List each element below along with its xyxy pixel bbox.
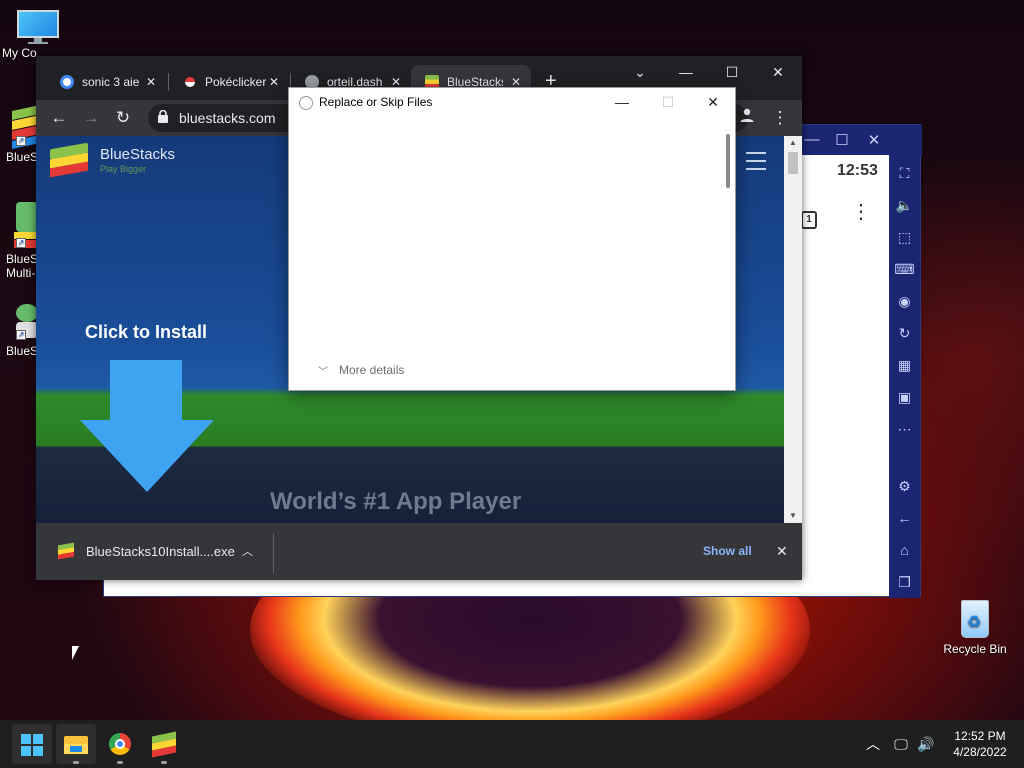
tab-pokeclicker[interactable]: Pokéclicker ✕ — [169, 65, 289, 99]
file-explorer-button[interactable] — [56, 724, 96, 764]
close-icon[interactable]: ✕ — [864, 131, 884, 149]
show-hidden-icons-chevron-icon[interactable]: ︿ — [862, 720, 884, 768]
download-shelf: BlueStacks10Install....exe ︿ Show all ✕ — [36, 523, 802, 580]
back-arrow-icon[interactable]: ← — [889, 502, 920, 534]
logo-tagline: Play Bigger — [100, 164, 147, 174]
scroll-thumb[interactable] — [788, 152, 798, 174]
close-shelf-icon[interactable]: ✕ — [776, 523, 788, 580]
chevron-down-icon: ﹀ — [318, 367, 328, 378]
pointer-icon[interactable]: ⬚ — [889, 221, 920, 253]
close-icon[interactable]: ✕ — [755, 58, 801, 86]
bluestacks-icon — [152, 731, 176, 758]
clock-time: 12:52 PM — [954, 729, 1006, 743]
download-separator — [273, 533, 274, 573]
clock-date: 4/28/2022 — [953, 745, 1007, 759]
dialog-title: Replace or Skip Files — [319, 95, 433, 109]
download-filename: BlueStacks10Install....exe — [86, 544, 235, 559]
desktop-icon-label: Recycle Bin — [943, 642, 1007, 656]
tab-sonic[interactable]: sonic 3 aie ✕ — [46, 65, 166, 99]
scroll-down-icon[interactable]: ▼ — [784, 509, 802, 523]
minimize-icon[interactable]: — — [663, 58, 709, 86]
minimize-icon[interactable]: — — [802, 131, 822, 148]
windows-logo-icon — [21, 734, 43, 756]
url-text: bluestacks.com — [179, 110, 276, 126]
back-arrow-icon[interactable]: ← — [47, 106, 71, 130]
minimize-icon[interactable]: — — [599, 88, 645, 116]
page-scrollbar[interactable]: ▲ ▼ — [784, 136, 802, 523]
chrome-icon — [109, 733, 131, 755]
record-icon[interactable]: ◉ — [889, 285, 920, 317]
volume-icon[interactable]: 🔈 — [889, 189, 920, 221]
keyboard-icon[interactable]: ⌨ — [889, 253, 920, 285]
more-options-icon[interactable]: ⋯ — [889, 413, 920, 445]
kebab-menu-icon[interactable]: ⋮ — [851, 202, 871, 222]
tab-search-icon[interactable]: ⌄ — [617, 58, 663, 86]
settings-gear-icon[interactable]: ⚙ — [889, 470, 920, 502]
install-heading[interactable]: Click to Install — [85, 322, 207, 343]
replace-or-skip-dialog: Replace or Skip Files — ☐ ✕ ﹀ More detai… — [288, 87, 736, 391]
shortcut-arrow-icon: ↗ — [16, 136, 26, 146]
desktop-icon-recycle-bin[interactable]: ♻ Recycle Bin — [935, 598, 1015, 656]
tab-label: sonic 3 aie — [82, 75, 140, 89]
network-icon[interactable]: 🖵 — [890, 720, 912, 768]
more-details-label: More details — [339, 363, 405, 377]
bluestacks-logo-icon — [50, 142, 90, 178]
notification-badge[interactable]: 1 — [801, 211, 817, 229]
chrome-menu-icon[interactable]: ⋮ — [768, 106, 792, 130]
mouse-cursor — [72, 646, 79, 660]
show-all-button[interactable]: Show all — [703, 523, 752, 580]
desktop: My Co ↗ BlueSt ↗ BlueSt Multi- ↗ BlueSt — [0, 0, 1024, 720]
scroll-up-icon[interactable]: ▲ — [784, 136, 802, 150]
chevron-up-icon[interactable]: ︿ — [242, 537, 253, 567]
fullscreen-icon[interactable]: ⛶ — [889, 157, 920, 189]
tab-close-icon[interactable]: ✕ — [269, 65, 279, 99]
clock-icon — [299, 96, 313, 110]
forward-arrow-icon[interactable]: → — [79, 106, 103, 130]
maximize-icon[interactable]: ☐ — [832, 131, 852, 149]
apk-install-icon[interactable]: ▣ — [889, 381, 920, 413]
hamburger-menu-icon[interactable] — [746, 152, 766, 176]
desktop-icon-my-computer[interactable]: My Co — [0, 10, 78, 60]
close-icon[interactable]: ✕ — [690, 88, 736, 116]
reload-icon[interactable]: ↻ — [111, 106, 135, 130]
profile-avatar-icon[interactable] — [735, 106, 759, 130]
lock-icon — [158, 109, 168, 123]
home-icon[interactable]: ⌂ — [889, 534, 920, 566]
rotate-icon[interactable]: ↻ — [889, 317, 920, 349]
monitor-icon — [17, 10, 59, 44]
volume-icon[interactable]: 🔊 — [914, 720, 938, 768]
bluestacks-taskbar-button[interactable] — [144, 724, 184, 764]
maximize-icon: ☐ — [661, 94, 675, 110]
google-icon — [60, 75, 74, 89]
pokeball-icon — [183, 75, 197, 89]
macro-icon[interactable]: ▦ — [889, 349, 920, 381]
dialog-scrollbar[interactable] — [726, 134, 730, 188]
tab-close-icon[interactable]: ✕ — [146, 65, 156, 99]
installer-file-icon — [58, 542, 74, 560]
bluestacks-site-logo[interactable]: BlueStacks Play Bigger — [50, 142, 175, 178]
recent-apps-icon[interactable]: ❐ — [889, 566, 920, 598]
bluestacks-sidebar: ⛶ 🔈 ⬚ ⌨ ◉ ↻ ▦ ▣ ⋯ ⚙ ← ⌂ ❐ — [889, 125, 920, 598]
android-clock: 12:53 — [837, 162, 878, 179]
recycle-bin-icon: ♻ — [958, 598, 992, 640]
start-button[interactable] — [12, 724, 52, 764]
logo-name: BlueStacks — [100, 146, 176, 163]
folder-icon — [64, 736, 88, 754]
chrome-taskbar-button[interactable] — [100, 724, 140, 764]
page-headline: World’s #1 App Player — [270, 488, 522, 515]
shortcut-arrow-icon: ↗ — [16, 238, 26, 248]
taskbar: ︿ 🖵 🔊 12:52 PM 4/28/2022 — [0, 720, 1024, 768]
maximize-icon[interactable]: ☐ — [709, 58, 755, 86]
taskbar-clock[interactable]: 12:52 PM 4/28/2022 — [938, 728, 1022, 760]
shortcut-arrow-icon: ↗ — [16, 330, 26, 340]
